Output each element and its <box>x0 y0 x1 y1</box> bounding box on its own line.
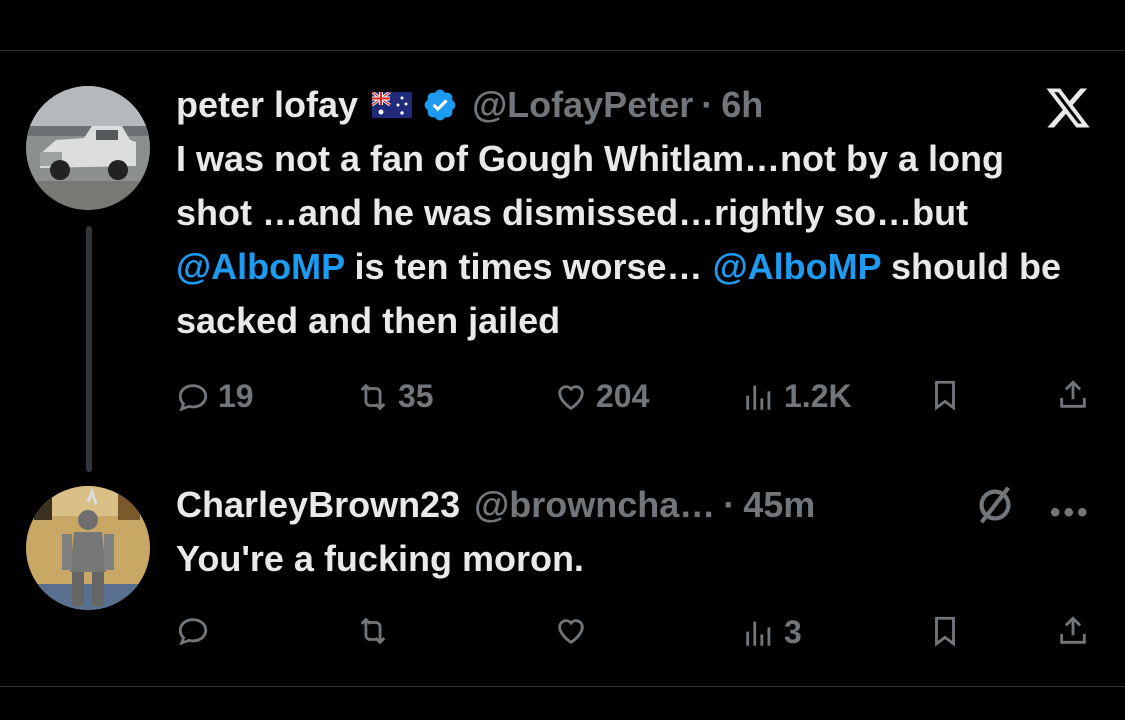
tweet-text: I was not a fan of Gough Whitlam…not by … <box>176 132 1085 348</box>
repost-icon <box>360 617 386 645</box>
mention-link[interactable]: @AlboMP <box>176 246 344 287</box>
share-icon <box>1060 380 1086 408</box>
like-button[interactable]: 204 <box>554 378 649 415</box>
reply-count: 19 <box>218 378 254 414</box>
bottom-divider <box>0 686 1125 687</box>
top-divider <box>0 50 1125 51</box>
reply-button[interactable] <box>176 614 210 648</box>
views-icon <box>746 621 771 646</box>
share-button[interactable] <box>1056 378 1090 412</box>
repost-count: 35 <box>398 378 434 414</box>
bookmark-button[interactable] <box>928 614 962 648</box>
like-icon <box>558 619 584 645</box>
bookmark-icon <box>935 380 955 411</box>
repost-button[interactable] <box>356 614 390 648</box>
tweet-content: peter lofay @LofayPeter · 6h I was not a… <box>176 82 1085 348</box>
separator-dot: · <box>723 484 736 525</box>
text-segment: I was not a fan of Gough Whitlam…not by … <box>176 138 1004 233</box>
display-name[interactable]: CharleyBrown23 <box>176 484 460 526</box>
views-button[interactable]: 1.2K <box>742 378 852 415</box>
tweet-actions: 3 <box>176 614 1096 654</box>
avatar-armor-image <box>26 486 150 610</box>
grok-icon[interactable] <box>972 482 1018 528</box>
reply-icon <box>178 383 208 411</box>
views-count: 3 <box>784 614 802 650</box>
more-icon[interactable]: ••• <box>1050 496 1091 530</box>
reply-button[interactable]: 19 <box>176 378 254 415</box>
tweet-content: CharleyBrown23 @browncha… · 45m You're a… <box>176 482 1085 586</box>
avatar-truck-image <box>26 86 150 210</box>
verified-badge-icon[interactable] <box>422 87 458 123</box>
like-icon <box>558 384 584 410</box>
tweet-header: peter lofay @LofayPeter · 6h <box>176 82 1085 128</box>
share-icon <box>1060 616 1086 644</box>
handle[interactable]: @LofayPeter <box>472 84 693 126</box>
tweet-text: You're a fucking moron. <box>176 538 584 579</box>
avatar[interactable] <box>26 486 150 610</box>
display-name[interactable]: peter lofay <box>176 84 358 126</box>
thread-line <box>86 226 92 472</box>
bookmark-button[interactable] <box>928 378 962 412</box>
views-icon <box>746 385 771 410</box>
tweet-actions: 19 35 204 1.2K <box>176 378 1096 418</box>
views-count: 1.2K <box>784 378 852 414</box>
like-button[interactable] <box>554 614 588 648</box>
timestamp[interactable]: 45m <box>743 484 815 526</box>
views-button[interactable]: 3 <box>742 614 802 651</box>
repost-button[interactable]: 35 <box>356 378 434 415</box>
avatar[interactable] <box>26 86 150 210</box>
handle[interactable]: @browncha… <box>474 484 715 526</box>
mention-link[interactable]: @AlboMP <box>713 246 881 287</box>
bookmark-icon <box>935 616 955 647</box>
repost-icon <box>360 383 386 410</box>
tweet-header: CharleyBrown23 @browncha… · 45m <box>176 482 1085 528</box>
australia-flag-icon <box>372 92 413 118</box>
share-button[interactable] <box>1056 614 1090 648</box>
text-segment: is ten times worse… <box>344 246 713 287</box>
like-count: 204 <box>596 378 650 414</box>
timestamp[interactable]: 6h <box>721 84 763 126</box>
separator-dot: · <box>701 84 714 125</box>
reply-icon <box>178 618 208 646</box>
